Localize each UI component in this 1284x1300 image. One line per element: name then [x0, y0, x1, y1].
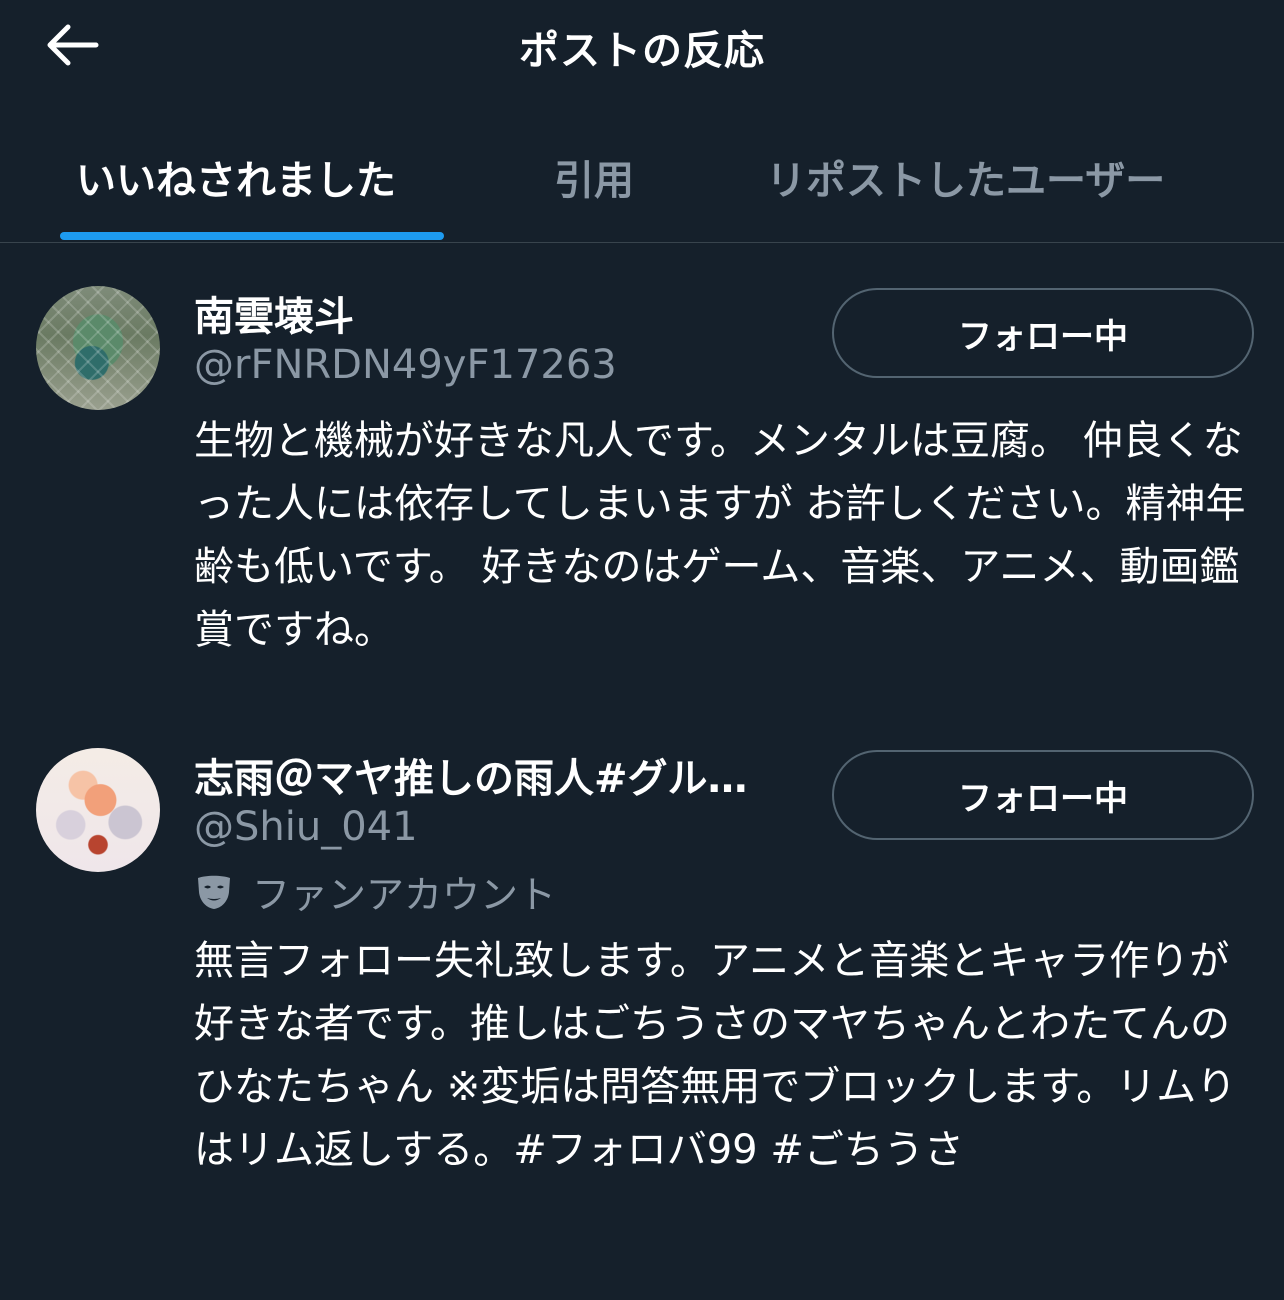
tab-bar: いいねされました 引用 リポストしたユーザー: [0, 124, 1284, 243]
user-handle: @rFNRDN49yF17263: [194, 342, 617, 388]
following-button[interactable]: フォロー中: [832, 750, 1254, 840]
user-display-name: 南雲壊斗: [194, 294, 354, 340]
page-title: ポストの反応: [519, 28, 765, 74]
top-bar: ポストの反応: [0, 0, 1284, 96]
avatar[interactable]: [36, 748, 160, 872]
avatar[interactable]: [36, 286, 160, 410]
following-button[interactable]: フォロー中: [832, 288, 1254, 378]
active-tab-indicator: [60, 232, 444, 240]
mask-icon: [198, 875, 230, 909]
tab-reposts[interactable]: リポストしたユーザー: [766, 148, 1165, 206]
user-bio: 生物と機械が好きな凡人です。メンタルは豆腐。 仲良くなった人には依存してしまいま…: [194, 418, 1246, 653]
user-bio: 無言フォロー失礼致します。アニメと音楽とキャラ作りが好きな者です。推しはごちうさ…: [194, 938, 1237, 1173]
tab-quotes[interactable]: 引用: [554, 148, 634, 206]
user-display-name: 志雨＠マヤ推しの雨人#グル…: [194, 756, 748, 802]
account-label-text: ファンアカウント: [252, 873, 557, 917]
user-handle: @Shiu_041: [194, 804, 418, 850]
tab-likes[interactable]: いいねされました: [76, 148, 396, 206]
account-label: ファンアカウント: [194, 864, 556, 919]
